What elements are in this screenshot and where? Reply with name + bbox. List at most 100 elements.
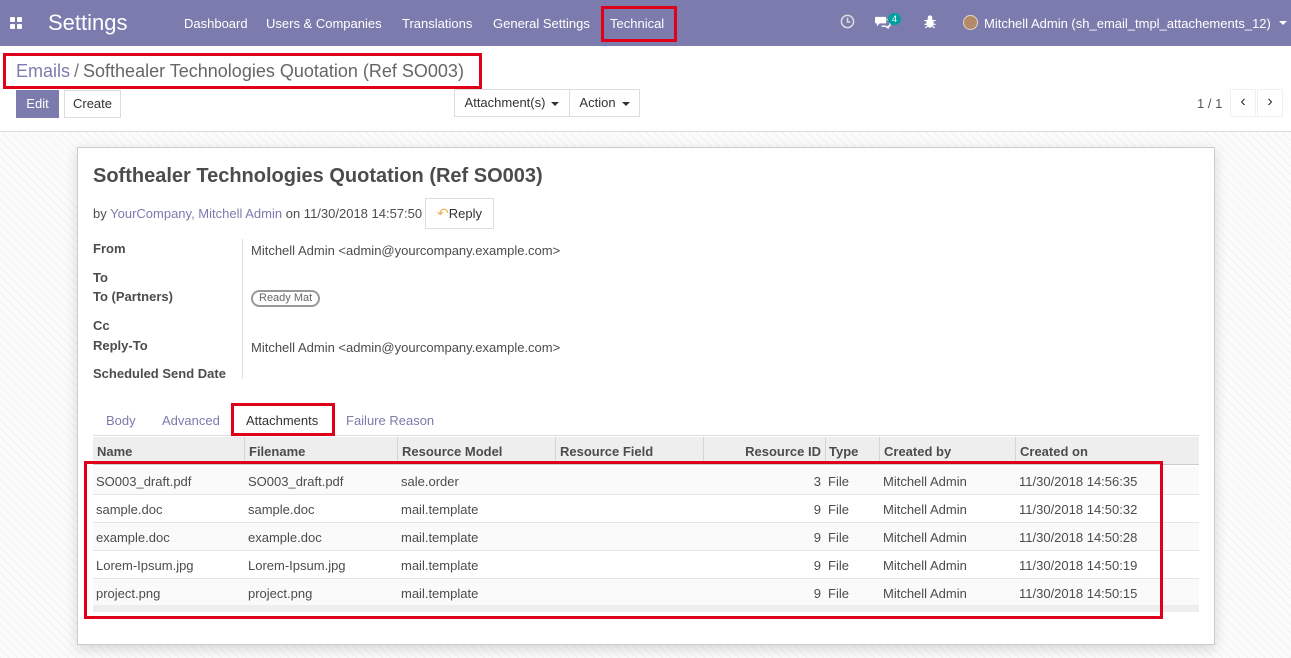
user-caret-icon	[1279, 21, 1287, 25]
clock-icon[interactable]	[840, 14, 855, 32]
menu-dashboard[interactable]: Dashboard	[184, 16, 248, 31]
tab-advanced[interactable]: Advanced	[162, 413, 220, 428]
cell-model: mail.template	[401, 530, 479, 545]
cell-model: sale.order	[401, 474, 459, 489]
reply-to-value: Mitchell Admin <admin@yourcompany.exampl…	[251, 340, 561, 355]
chat-count-badge: 4	[888, 13, 902, 25]
reply-to-label: Reply-To	[93, 338, 148, 353]
cell-model: mail.template	[401, 502, 479, 517]
cell-name: project.png	[96, 586, 161, 601]
cell-type: File	[828, 558, 849, 573]
reply-icon: ↶	[437, 205, 449, 221]
menu-translations[interactable]: Translations	[402, 16, 472, 31]
col-resource-model[interactable]: Resource Model	[402, 444, 502, 459]
email-date: on 11/30/2018 14:57:50	[285, 206, 423, 221]
cell-type: File	[828, 530, 849, 545]
breadcrumb-separator: /	[74, 61, 80, 81]
column-separator	[825, 437, 826, 464]
to-label: To	[93, 270, 108, 285]
action-dropdown[interactable]: Action	[569, 89, 640, 117]
table-row[interactable]: example.doc example.doc mail.template 9 File…	[93, 523, 1199, 551]
table-row[interactable]: Lorem-Ipsum.jpg Lorem-Ipsum.jpg mail.templ…	[93, 551, 1199, 579]
tab-attachments[interactable]: Attachments	[246, 413, 318, 428]
col-type[interactable]: Type	[829, 444, 858, 459]
apps-icon[interactable]	[10, 17, 22, 29]
cell-id: 9	[813, 586, 821, 601]
menu-general-settings[interactable]: General Settings	[493, 16, 590, 31]
cell-type: File	[828, 502, 849, 517]
cell-name: Lorem-Ipsum.jpg	[96, 558, 194, 573]
table-row[interactable]: sample.doc sample.doc mail.template 9 File Mi…	[93, 495, 1199, 523]
column-separator	[879, 437, 880, 464]
cell-type: File	[828, 474, 849, 489]
user-menu[interactable]: Mitchell Admin (sh_email_tmpl_attachemen…	[984, 16, 1271, 31]
cell-id: 9	[813, 530, 821, 545]
tab-body[interactable]: Body	[106, 413, 136, 428]
tab-failure-reason[interactable]: Failure Reason	[346, 413, 434, 428]
col-resource-field[interactable]: Resource Field	[560, 444, 653, 459]
breadcrumb-emails[interactable]: Emails	[16, 61, 70, 81]
col-filename[interactable]: Filename	[249, 444, 305, 459]
field-divider	[242, 239, 243, 379]
app-title: Settings	[48, 10, 128, 35]
cell-created-on: 11/30/2018 14:50:28	[1019, 530, 1138, 545]
column-separator	[397, 437, 398, 464]
bug-icon[interactable]	[923, 14, 937, 32]
reply-button[interactable]: ↶Reply	[425, 198, 494, 229]
cc-label: Cc	[93, 318, 110, 333]
pager-prev-button[interactable]: ‹	[1230, 89, 1256, 117]
attachments-dropdown[interactable]: Attachment(s)	[454, 89, 570, 117]
user-avatar[interactable]	[963, 15, 978, 30]
menu-technical[interactable]: Technical	[610, 16, 664, 31]
cell-name: sample.doc	[96, 502, 163, 517]
col-resource-id[interactable]: Resource ID	[704, 444, 821, 459]
col-created-on[interactable]: Created on	[1020, 444, 1088, 459]
cell-filename: SO003_draft.pdf	[248, 474, 344, 489]
scheduled-date-label: Scheduled Send Date	[93, 366, 226, 381]
pager-value[interactable]: 1 / 1	[1197, 96, 1222, 111]
partner-tag[interactable]: Ready Mat	[251, 290, 321, 307]
tabs-divider	[93, 435, 1199, 436]
col-created-by[interactable]: Created by	[884, 444, 951, 459]
cell-created-by: Mitchell Admin	[883, 502, 967, 517]
cell-name: example.doc	[96, 530, 170, 545]
attachments-label: Attachment(s)	[464, 95, 546, 110]
cell-created-on: 11/30/2018 14:56:35	[1019, 474, 1138, 489]
cell-created-by: Mitchell Admin	[883, 530, 967, 545]
cell-filename: sample.doc	[248, 502, 315, 517]
chevron-down-icon	[551, 101, 560, 106]
pager-next-button[interactable]: ›	[1257, 89, 1283, 117]
col-name[interactable]: Name	[97, 444, 132, 459]
cell-id: 3	[813, 474, 821, 489]
table-footer	[93, 605, 1199, 612]
from-value: Mitchell Admin <admin@yourcompany.exampl…	[251, 243, 561, 258]
column-separator	[555, 437, 556, 464]
edit-button[interactable]: Edit	[16, 90, 59, 118]
breadcrumb: Emails / Softhealer Technologies Quotation…	[16, 61, 464, 82]
cell-filename: project.png	[248, 586, 313, 601]
from-label: From	[93, 241, 126, 256]
menu-users-companies[interactable]: Users & Companies	[266, 16, 382, 31]
cell-model: mail.template	[401, 586, 479, 601]
column-separator	[1015, 437, 1016, 464]
cell-created-by: Mitchell Admin	[883, 474, 967, 489]
cell-filename: example.doc	[248, 530, 322, 545]
create-button[interactable]: Create	[64, 90, 121, 118]
breadcrumb-current: Softhealer Technologies Quotation (Ref S…	[83, 61, 464, 81]
cell-type: File	[828, 586, 849, 601]
cell-created-on: 11/30/2018 14:50:32	[1019, 502, 1138, 517]
table-row[interactable]: project.png project.png mail.template 9 File…	[93, 579, 1199, 607]
column-separator	[244, 437, 245, 464]
cell-id: 9	[813, 558, 821, 573]
control-panel: Emails / Softhealer Technologies Quotation…	[0, 46, 1291, 132]
cell-created-on: 11/30/2018 14:50:19	[1019, 558, 1138, 573]
email-authors[interactable]: YourCompany, Mitchell Admin	[110, 206, 282, 221]
reply-label: Reply	[448, 206, 482, 221]
cell-created-by: Mitchell Admin	[883, 558, 967, 573]
cell-name: SO003_draft.pdf	[96, 474, 192, 489]
by-prefix: by	[93, 206, 107, 221]
table-row[interactable]: SO003_draft.pdf SO003_draft.pdf sale.order…	[93, 467, 1199, 495]
cell-model: mail.template	[401, 558, 479, 573]
cell-filename: Lorem-Ipsum.jpg	[248, 558, 346, 573]
email-subject: Softhealer Technologies Quotation (Ref S…	[93, 165, 543, 187]
